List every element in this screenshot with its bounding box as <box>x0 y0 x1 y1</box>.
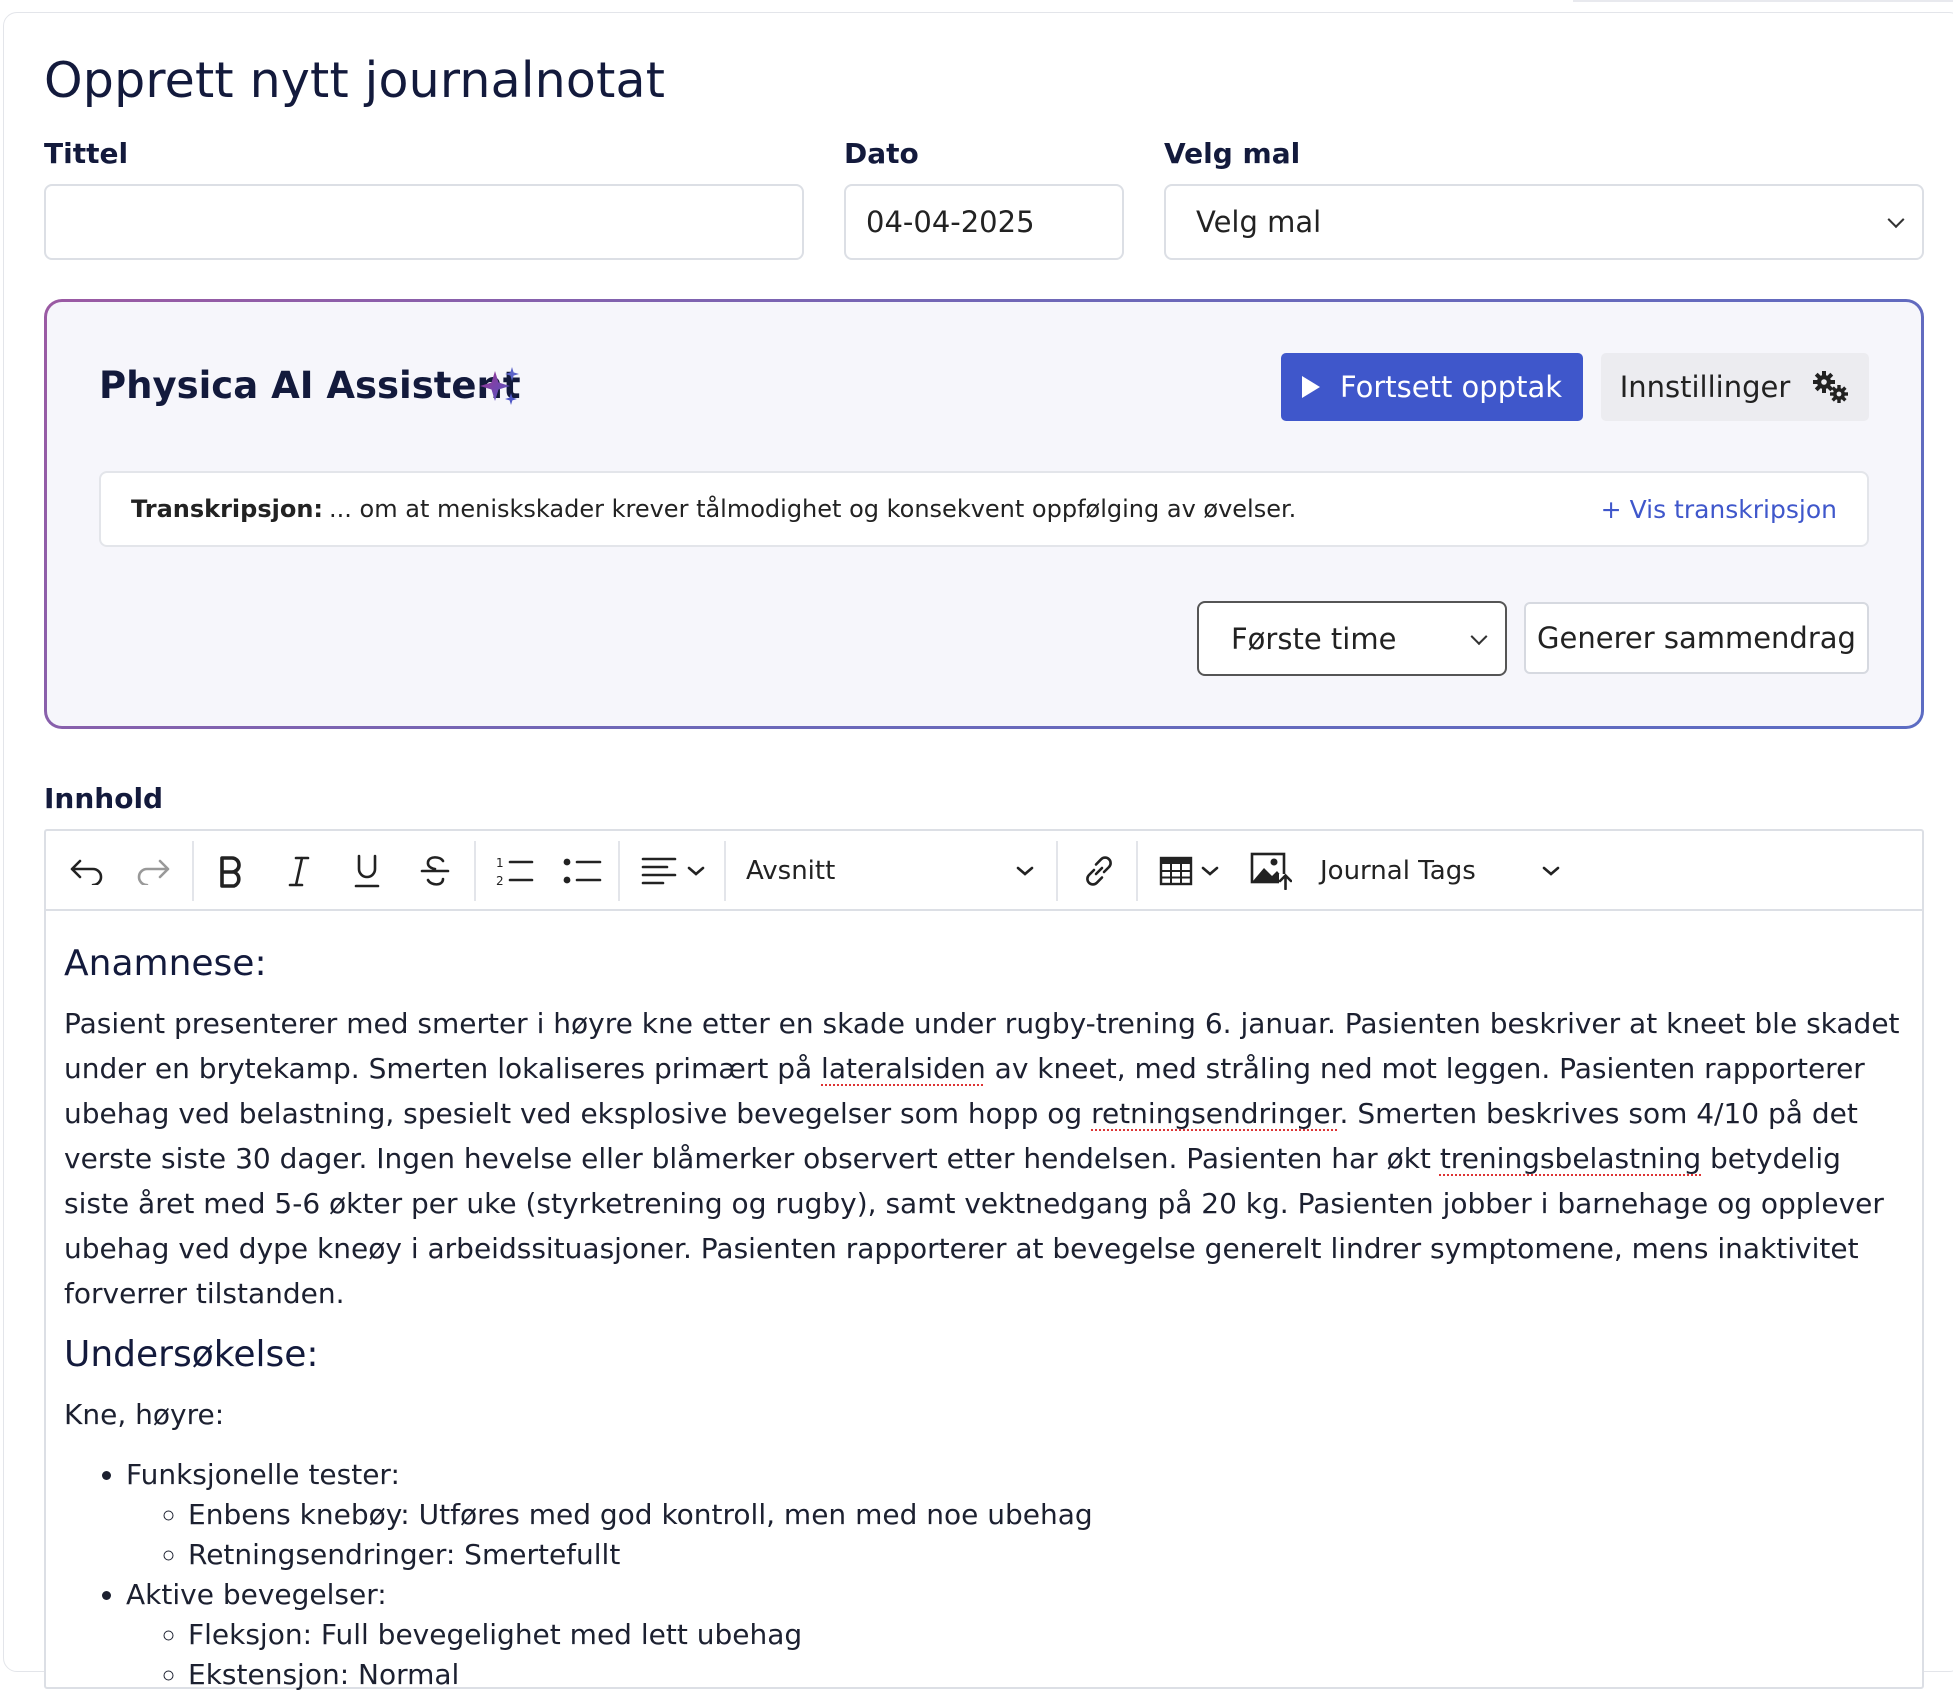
transcript-text: ... om at menisk­skader krever tålmodigh… <box>329 495 1297 523</box>
chevron-down-icon <box>1016 866 1034 876</box>
settings-button[interactable]: Innstillinger <box>1601 353 1869 421</box>
undersokelse-heading: Undersøkelse: <box>64 1334 319 1375</box>
misspelled-word[interactable]: retningsendringer <box>1091 1097 1339 1130</box>
numbered-list-icon: 12 <box>496 856 534 888</box>
anamnese-paragraph: Pasient presenterer med smerter i høyre … <box>64 1001 1914 1316</box>
numbered-list-button[interactable]: 12 <box>488 847 540 895</box>
undo-icon <box>70 859 103 885</box>
bullet-list-icon <box>563 858 602 884</box>
list-item: Ekstensjon: Normal <box>188 1655 1914 1695</box>
misspelled-word[interactable]: treningsbelastning <box>1440 1142 1701 1175</box>
bold-icon <box>220 856 241 888</box>
editor-toolbar: 12 Avsnitt Journal Tags <box>46 831 1922 911</box>
table-icon <box>1159 856 1193 886</box>
strikethrough-button[interactable] <box>410 847 460 895</box>
sub-list: Enbens knebøy: Utføres med god kontroll,… <box>126 1495 1914 1575</box>
date-input[interactable]: 04-04-2025 <box>844 184 1124 260</box>
ai-assistant-panel: Physica AI Assistent Fortsett opptak Inn… <box>44 299 1924 729</box>
undo-button[interactable] <box>62 847 112 895</box>
gears-icon <box>1813 371 1849 403</box>
chevron-down-icon <box>1542 866 1560 876</box>
template-select-value: Velg mal <box>1196 205 1322 239</box>
transcript-box: Transkripsjon: ... om at menisk­skader k… <box>99 471 1869 547</box>
italic-icon <box>288 856 310 887</box>
content-label: Innhold <box>44 782 164 815</box>
template-label: Velg mal <box>1164 137 1301 170</box>
knee-line: Kne, høyre: <box>64 1398 225 1431</box>
chevron-down-icon <box>1887 211 1905 229</box>
examination-list: Funksjonelle tester: Enbens knebøy: Utfø… <box>64 1455 1914 1695</box>
bullet-list-button[interactable] <box>556 847 608 895</box>
settings-label: Innstillinger <box>1619 370 1791 404</box>
bold-button[interactable] <box>206 847 256 895</box>
toolbar-separator <box>618 841 620 901</box>
date-value: 04-04-2025 <box>866 205 1035 239</box>
editor-content[interactable]: Anamnese: Pasient presenterer med smerte… <box>64 941 1914 1695</box>
italic-button[interactable] <box>274 847 324 895</box>
list-item-title: Aktive bevegelser: <box>126 1578 387 1611</box>
play-icon <box>1301 376 1320 398</box>
generate-summary-button[interactable]: Generer sammendrag <box>1524 602 1869 674</box>
align-dropdown[interactable] <box>632 847 716 895</box>
link-button[interactable] <box>1072 847 1126 895</box>
title-input[interactable] <box>44 184 804 260</box>
top-divider <box>1573 0 1953 2</box>
underline-icon <box>354 854 380 888</box>
align-left-icon <box>641 857 677 885</box>
show-transcript-link[interactable]: + Vis transkripsjon <box>1601 495 1837 524</box>
ai-assistant-title: Physica AI Assistent <box>99 364 521 407</box>
list-item: Retningsendringer: Smertefullt <box>188 1535 1914 1575</box>
link-icon <box>1086 856 1112 886</box>
redo-icon <box>137 859 170 885</box>
sub-list: Fleksjon: Full bevegelighet med lett ube… <box>126 1615 1914 1695</box>
rich-text-editor: 12 Avsnitt Journal Tags Anamnese: Pasien… <box>44 829 1924 1691</box>
list-item-title: Funksjonelle tester: <box>126 1458 400 1491</box>
date-label: Dato <box>844 137 919 170</box>
svg-text:1: 1 <box>496 856 504 870</box>
sparkle-icon <box>480 367 519 405</box>
template-select[interactable]: Velg mal <box>1164 184 1924 260</box>
page-title: Opprett nytt journalnotat <box>44 52 666 109</box>
toolbar-separator <box>1056 841 1058 901</box>
toolbar-separator <box>1136 841 1138 901</box>
session-type-select[interactable]: Første time <box>1197 601 1507 676</box>
continue-recording-label: Fortsett opptak <box>1339 370 1563 404</box>
toolbar-separator <box>474 841 476 901</box>
list-item: Aktive bevegelser: Fleksjon: Full bevege… <box>126 1575 1914 1695</box>
continue-recording-button[interactable]: Fortsett opptak <box>1281 353 1583 421</box>
table-dropdown[interactable] <box>1150 847 1230 895</box>
list-item: Enbens knebøy: Utføres med god kontroll,… <box>188 1495 1914 1535</box>
underline-button[interactable] <box>342 847 392 895</box>
anamnese-heading: Anamnese: <box>64 943 267 984</box>
block-format-value: Avsnitt <box>746 856 836 886</box>
chevron-down-icon <box>1201 866 1219 876</box>
chevron-down-icon <box>1470 627 1488 645</box>
journal-tags-label: Journal Tags <box>1320 856 1476 886</box>
list-item: Funksjonelle tester: Enbens knebøy: Utfø… <box>126 1455 1914 1575</box>
svg-text:2: 2 <box>496 874 504 888</box>
chevron-down-icon <box>687 866 705 876</box>
title-label: Tittel <box>44 137 129 170</box>
toolbar-separator <box>192 841 194 901</box>
block-format-dropdown[interactable]: Avsnitt <box>746 847 1036 895</box>
redo-button[interactable] <box>128 847 178 895</box>
session-type-value: Første time <box>1231 621 1397 656</box>
journal-tags-dropdown[interactable]: Journal Tags <box>1282 847 1562 895</box>
list-item: Fleksjon: Full bevegelighet med lett ube… <box>188 1615 1914 1655</box>
transcript-label: Transkripsjon: <box>131 495 324 523</box>
toolbar-separator <box>724 841 726 901</box>
misspelled-word[interactable]: lateralsiden <box>821 1052 986 1085</box>
strikethrough-icon <box>420 856 450 886</box>
